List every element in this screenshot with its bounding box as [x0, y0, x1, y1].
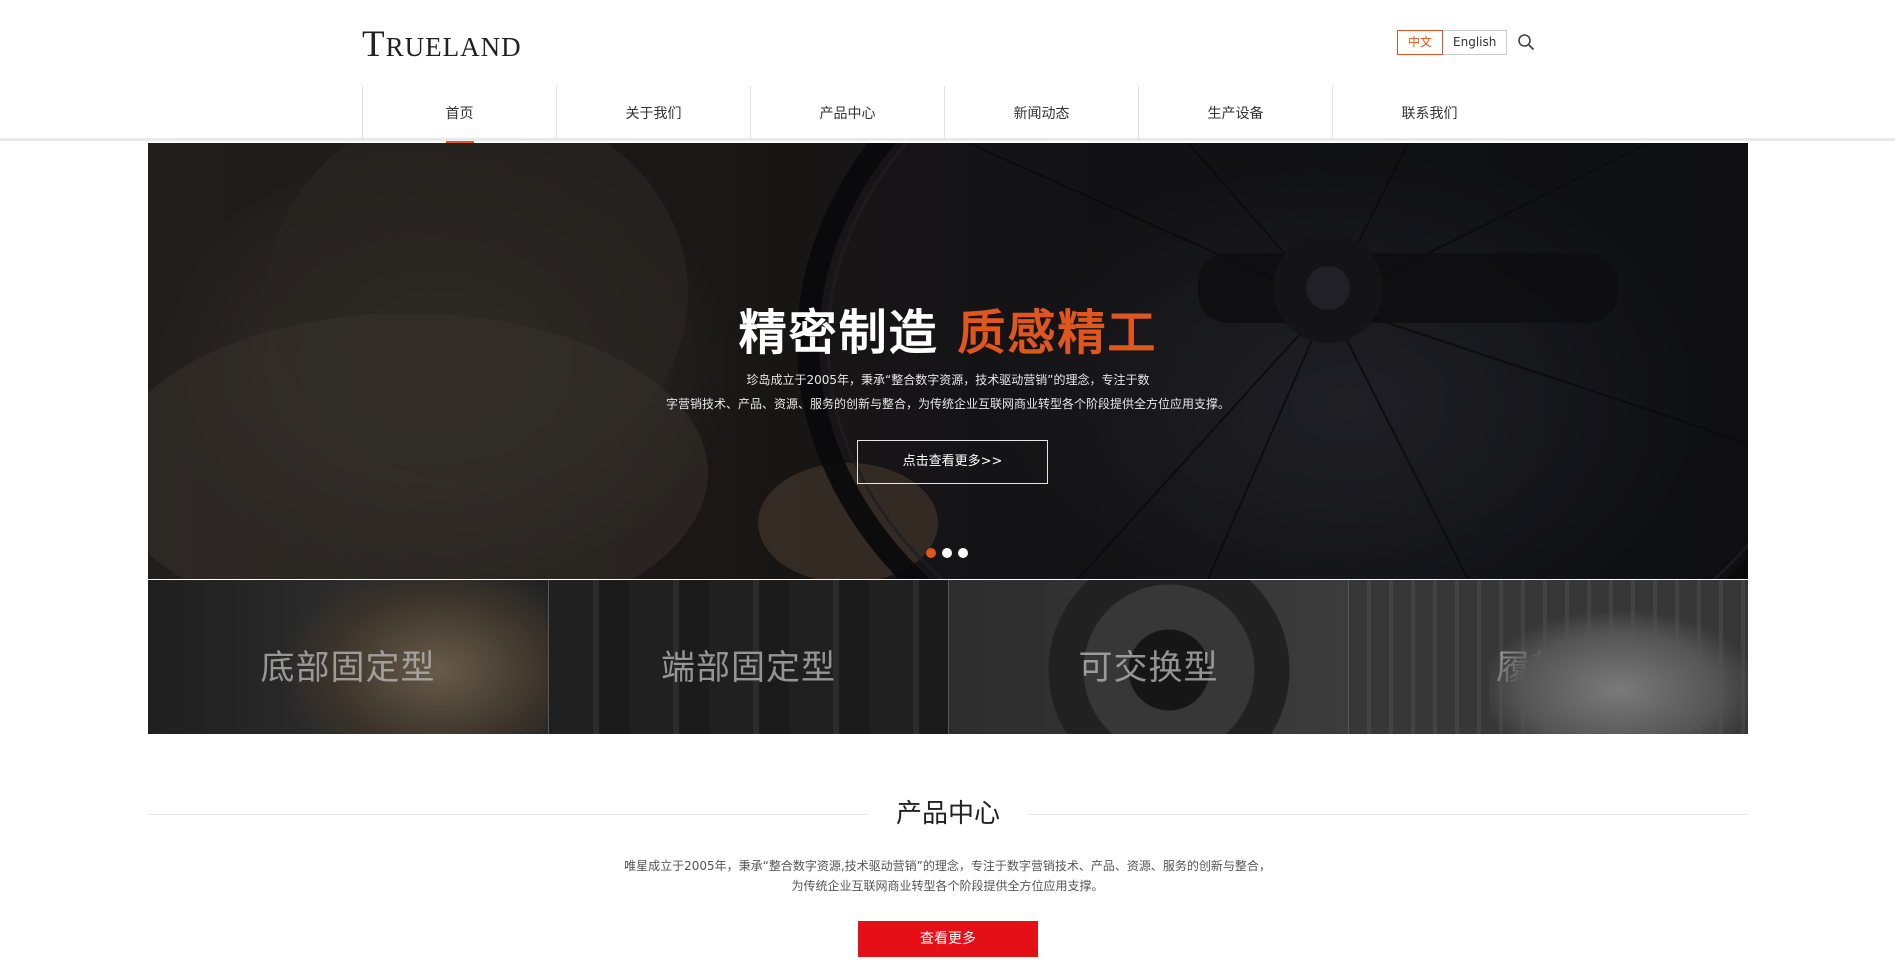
main-nav: 首页 关于我们 产品中心 新闻动态 生产设备 联系我们 — [362, 86, 1526, 144]
nav-item-products[interactable]: 产品中心 — [750, 86, 944, 141]
logo-initial: T — [362, 24, 386, 65]
category-label: 底部固定型 — [260, 648, 436, 688]
category-card-crawler[interactable]: 履带型 — [1348, 580, 1748, 734]
banner-title-main: 精密制造 — [738, 305, 939, 361]
lang-english-button[interactable]: English — [1443, 30, 1508, 55]
carousel-dots — [926, 548, 968, 558]
banner-headline: 精密制造 质感精工 — [148, 293, 1748, 363]
category-card-interchangeable[interactable]: 可交换型 — [948, 580, 1348, 734]
site-header: TRUELAND 中文 English 首页 关于我们 产品中心 新闻动态 生产… — [0, 0, 1895, 144]
banner-desc-line-2: 字营销技术、产品、资源、服务的创新与整合，为传统企业互联网商业转型各个阶段提供全… — [665, 397, 1230, 411]
category-card-bottom-fixed[interactable]: 底部固定型 — [148, 580, 548, 734]
lang-chinese-button[interactable]: 中文 — [1397, 30, 1444, 55]
category-label: 履带型 — [1496, 648, 1601, 688]
banner-more-button[interactable]: 点击查看更多>> — [857, 440, 1048, 484]
nav-item-contact[interactable]: 联系我们 — [1332, 86, 1526, 141]
language-switcher: 中文 English — [1397, 30, 1508, 55]
nav-item-about[interactable]: 关于我们 — [556, 86, 750, 141]
nav-item-equipment[interactable]: 生产设备 — [1138, 86, 1332, 141]
products-section-header: 产品中心 — [148, 797, 1748, 833]
carousel-dot-3[interactable] — [958, 548, 968, 558]
products-more-button[interactable]: 查看更多 — [858, 921, 1038, 957]
hero-banner: 精密制造 质感精工 珍岛成立于2005年，秉承“整合数字资源，技术驱动营销”的理… — [148, 143, 1748, 579]
banner-desc-line-1: 珍岛成立于2005年，秉承“整合数字资源，技术驱动营销”的理念，专注于数 — [746, 373, 1150, 387]
carousel-dot-2[interactable] — [942, 548, 952, 558]
search-icon[interactable] — [1517, 33, 1535, 51]
carousel-dot-1[interactable] — [926, 548, 936, 558]
banner-title-accent: 质感精工 — [957, 305, 1158, 361]
category-label: 端部固定型 — [661, 648, 836, 688]
site-logo[interactable]: TRUELAND — [362, 26, 522, 63]
logo-rest: RUELAND — [385, 32, 522, 62]
banner-description: 珍岛成立于2005年，秉承“整合数字资源，技术驱动营销”的理念，专注于数 字营销… — [148, 368, 1748, 416]
category-label: 可交换型 — [1078, 648, 1219, 688]
nav-item-news[interactable]: 新闻动态 — [944, 86, 1138, 141]
category-strip: 底部固定型 端部固定型 可交换型 履带型 — [148, 580, 1748, 734]
nav-item-home[interactable]: 首页 — [362, 86, 556, 144]
products-section-title: 产品中心 — [868, 797, 1028, 833]
products-section-description: 唯星成立于2005年，秉承“整合数字资源,技术驱动营销”的理念，专注于数字营销技… — [624, 859, 1271, 893]
category-card-end-fixed[interactable]: 端部固定型 — [548, 580, 948, 734]
